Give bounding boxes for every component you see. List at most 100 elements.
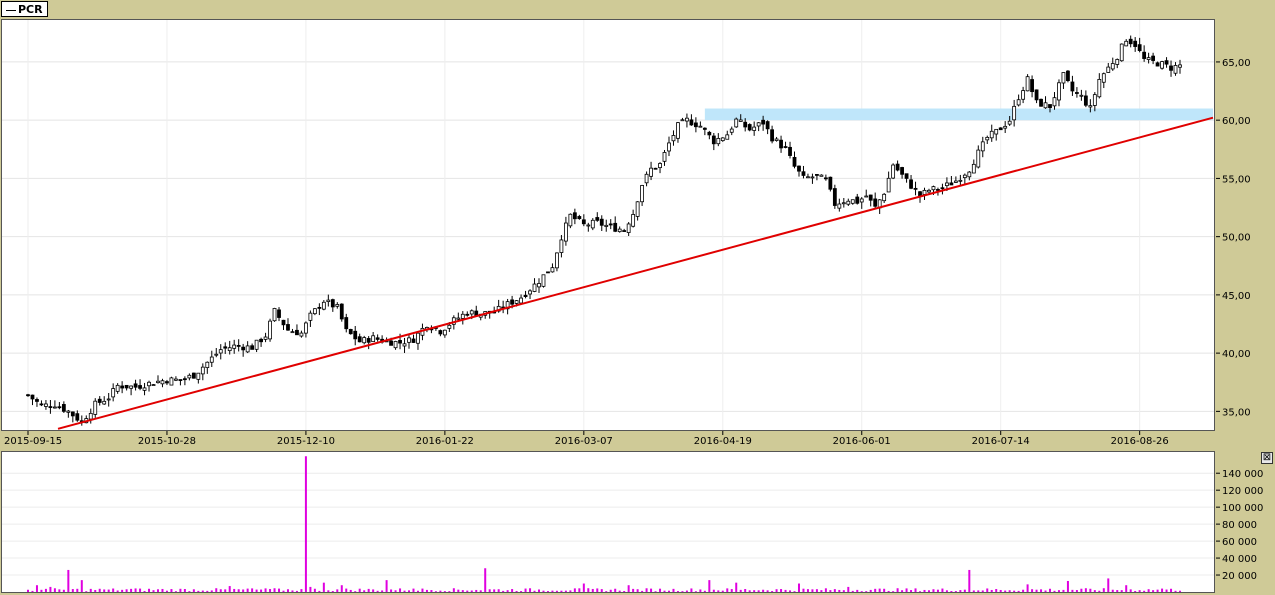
candle-body	[743, 121, 748, 128]
price-tick-label: 45,00	[1222, 291, 1251, 302]
volume-bar	[58, 589, 61, 592]
candle-body	[747, 124, 752, 131]
candle-body	[765, 121, 770, 130]
volume-bar	[932, 589, 935, 592]
candle-body	[1088, 105, 1093, 108]
candle-body	[967, 171, 972, 178]
volume-bar	[1174, 590, 1177, 592]
volume-bar	[31, 590, 34, 592]
candle-body	[1092, 94, 1097, 106]
volume-bar	[260, 589, 263, 592]
volume-bar	[659, 588, 662, 592]
candle-body	[541, 274, 546, 287]
volume-bar	[744, 589, 747, 592]
volume-bar	[71, 589, 74, 592]
volume-bar	[600, 589, 603, 592]
candle-body	[859, 198, 864, 203]
price-tick-label: 50,00	[1222, 233, 1251, 244]
candle-body	[891, 164, 896, 179]
candle-body	[832, 188, 837, 206]
volume-bar	[318, 590, 321, 592]
volume-bar	[995, 589, 998, 592]
volume-bar	[748, 590, 751, 592]
candle-body	[277, 309, 281, 318]
volume-bar	[883, 588, 886, 592]
candle-body	[909, 179, 913, 189]
volume-bar	[609, 589, 612, 592]
volume-bar	[1075, 590, 1078, 592]
candle-body	[537, 283, 541, 288]
candle-body	[52, 406, 57, 409]
candle-body	[1066, 70, 1070, 82]
candle-body	[1070, 81, 1075, 92]
volume-bar	[663, 590, 666, 592]
volume-bar	[80, 580, 83, 592]
candle-body	[169, 377, 174, 386]
candle-body	[129, 385, 133, 389]
candle-body	[971, 163, 976, 174]
candle-body	[317, 306, 322, 309]
volume-bar	[789, 590, 792, 592]
volume-bar	[246, 588, 249, 592]
candle-body	[290, 331, 295, 334]
volume-bar	[972, 590, 975, 592]
volume-bar	[443, 591, 446, 592]
candle-body	[514, 300, 519, 304]
volume-bar	[641, 590, 644, 592]
volume-bar	[237, 589, 240, 592]
price-tick-label: 35,00	[1222, 407, 1251, 418]
candle-body	[595, 217, 600, 221]
candle-body	[375, 337, 380, 340]
volume-bar	[811, 589, 814, 592]
candle-body	[393, 341, 398, 349]
candle-body	[649, 167, 653, 177]
candle-body	[868, 194, 873, 201]
candle-body	[102, 400, 107, 405]
volume-bar	[206, 590, 209, 592]
candle-body	[1083, 95, 1088, 106]
candle-body	[1025, 76, 1030, 92]
volume-bar	[851, 590, 854, 592]
candle-body	[725, 134, 730, 140]
candle-body	[590, 219, 595, 229]
candle-body	[953, 180, 958, 183]
candle-body	[196, 372, 201, 380]
candle-body	[734, 118, 739, 128]
candle-body	[555, 252, 559, 269]
volume-bar	[192, 589, 195, 592]
candle-body	[1110, 63, 1115, 70]
volume-bar	[775, 589, 778, 592]
volume-bar	[654, 591, 657, 592]
candle-body	[568, 213, 573, 227]
date-tick-label: 2016-07-14	[972, 436, 1030, 447]
volume-bar	[596, 588, 599, 592]
volume-bar	[847, 586, 850, 592]
volume-bar	[1089, 588, 1092, 592]
candle-body	[1075, 92, 1079, 94]
chart-overlay: 65,00 60,00 55,00 50,00 45,00 40,00 35,00 2015-…	[2, 20, 1263, 592]
candle-body	[281, 319, 286, 326]
candle-body	[371, 335, 376, 343]
volume-bar	[914, 588, 917, 592]
candle-body	[613, 222, 618, 232]
volume-bar	[197, 590, 200, 592]
volume-bar	[1102, 588, 1105, 592]
volume-bar	[892, 591, 895, 592]
candle-body	[353, 330, 358, 340]
volume-bar	[35, 585, 38, 592]
volume-bar	[793, 591, 796, 592]
volume-bar	[524, 588, 527, 592]
candle-body	[366, 338, 371, 343]
candle-body	[312, 308, 317, 315]
candle-body	[720, 137, 725, 142]
candle-body	[1016, 99, 1021, 106]
volume-bar	[98, 588, 101, 592]
candle-body	[985, 136, 990, 141]
volume-bar	[354, 591, 357, 592]
volume-bar	[408, 590, 411, 592]
volume-bar	[484, 568, 487, 592]
price-tick-label: 55,00	[1222, 174, 1251, 185]
candle-body	[160, 380, 165, 385]
volume-bar	[1040, 589, 1043, 592]
volume-bar	[493, 589, 496, 592]
